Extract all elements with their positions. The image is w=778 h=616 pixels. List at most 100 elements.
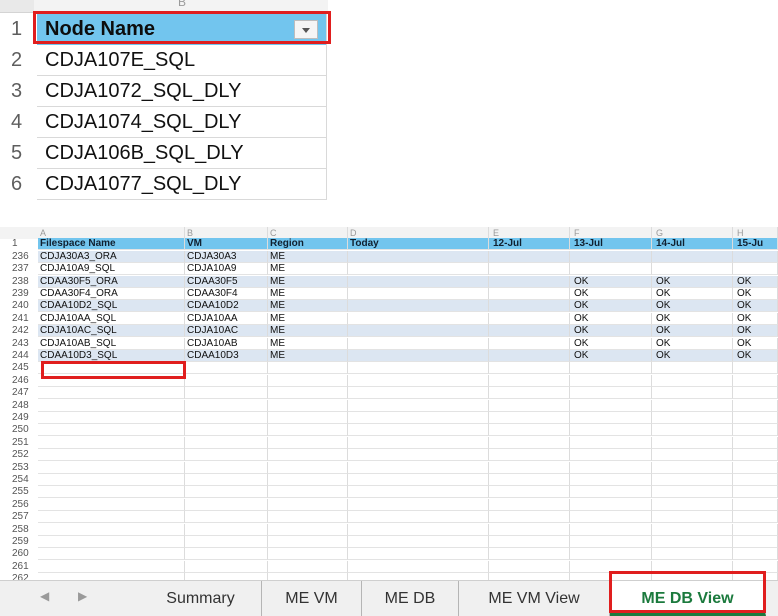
empty-cell[interactable]: [38, 548, 185, 561]
empty-cell[interactable]: [348, 387, 489, 400]
empty-cell[interactable]: [185, 548, 268, 561]
empty-cell[interactable]: [185, 511, 268, 524]
column-letter[interactable]: F: [570, 227, 652, 239]
empty-cell[interactable]: [652, 511, 733, 524]
data-cell[interactable]: CDAA30F5: [185, 275, 268, 288]
data-cell[interactable]: [348, 275, 489, 288]
data-cell[interactable]: [489, 312, 570, 325]
header-cell[interactable]: VM: [185, 238, 268, 251]
empty-cell[interactable]: [733, 523, 778, 536]
empty-cell[interactable]: [38, 436, 185, 449]
node-name-cell[interactable]: CDJA1074_SQL_DLY: [37, 107, 327, 138]
row-number[interactable]: 1: [0, 238, 38, 250]
empty-cell[interactable]: [733, 449, 778, 462]
column-letter[interactable]: G: [652, 227, 733, 239]
data-cell[interactable]: [489, 350, 570, 362]
data-cell[interactable]: OK: [570, 337, 652, 350]
empty-cell[interactable]: [268, 387, 348, 400]
empty-cell[interactable]: [268, 412, 348, 424]
data-cell[interactable]: [348, 250, 489, 263]
row-number[interactable]: [0, 227, 38, 239]
row-number[interactable]: 243: [0, 338, 38, 350]
row-number[interactable]: 259: [0, 536, 38, 548]
next-sheet-icon[interactable]: ▶: [78, 589, 87, 603]
empty-cell[interactable]: [268, 461, 348, 474]
empty-cell[interactable]: [38, 461, 185, 474]
header-cell[interactable]: Today: [348, 238, 489, 251]
data-cell[interactable]: OK: [652, 337, 733, 350]
empty-cell[interactable]: [185, 362, 268, 375]
empty-cell[interactable]: [733, 436, 778, 449]
column-letter[interactable]: A: [38, 227, 185, 239]
data-cell[interactable]: CDJA10AA: [185, 312, 268, 325]
empty-cell[interactable]: [489, 424, 570, 437]
empty-cell[interactable]: [733, 486, 778, 499]
row-number[interactable]: 258: [0, 524, 38, 536]
empty-cell[interactable]: [185, 474, 268, 486]
empty-cell[interactable]: [489, 548, 570, 561]
data-cell[interactable]: OK: [733, 300, 778, 313]
empty-cell[interactable]: [489, 374, 570, 387]
data-cell[interactable]: OK: [652, 288, 733, 300]
empty-cell[interactable]: [38, 498, 185, 511]
row-number[interactable]: 236: [0, 251, 38, 263]
row-number[interactable]: 3: [0, 76, 34, 107]
empty-cell[interactable]: [489, 498, 570, 511]
row-number[interactable]: 242: [0, 325, 38, 337]
empty-cell[interactable]: [268, 374, 348, 387]
empty-cell[interactable]: [733, 498, 778, 511]
empty-cell[interactable]: [570, 461, 652, 474]
empty-cell[interactable]: [489, 399, 570, 412]
row-number[interactable]: 251: [0, 437, 38, 449]
empty-cell[interactable]: [570, 399, 652, 412]
column-letter[interactable]: B: [185, 227, 268, 239]
empty-cell[interactable]: [185, 412, 268, 424]
empty-cell[interactable]: [733, 424, 778, 437]
data-cell[interactable]: OK: [570, 275, 652, 288]
empty-cell[interactable]: [268, 474, 348, 486]
data-cell[interactable]: OK: [733, 275, 778, 288]
empty-cell[interactable]: [652, 424, 733, 437]
row-number[interactable]: 5: [0, 138, 34, 169]
empty-cell[interactable]: [652, 412, 733, 424]
node-name-cell[interactable]: CDJA1077_SQL_DLY: [37, 169, 327, 200]
empty-cell[interactable]: [489, 560, 570, 573]
data-cell[interactable]: ME: [268, 250, 348, 263]
empty-cell[interactable]: [348, 486, 489, 499]
tab-me-vm[interactable]: ME VM: [262, 581, 362, 616]
row-number[interactable]: 250: [0, 424, 38, 436]
row-number[interactable]: 248: [0, 400, 38, 412]
data-cell[interactable]: OK: [733, 288, 778, 300]
empty-cell[interactable]: [348, 374, 489, 387]
row-number[interactable]: 246: [0, 375, 38, 387]
data-cell[interactable]: CDJA10A9_SQL: [38, 263, 185, 276]
data-cell[interactable]: ME: [268, 275, 348, 288]
empty-cell[interactable]: [570, 424, 652, 437]
empty-cell[interactable]: [733, 536, 778, 548]
data-cell[interactable]: CDAA30F4_ORA: [38, 288, 185, 300]
data-cell[interactable]: OK: [652, 275, 733, 288]
empty-cell[interactable]: [348, 498, 489, 511]
node-name-cell[interactable]: CDJA107E_SQL: [37, 45, 327, 76]
data-cell[interactable]: OK: [652, 325, 733, 338]
data-cell[interactable]: [652, 250, 733, 263]
empty-cell[interactable]: [733, 461, 778, 474]
empty-cell[interactable]: [570, 449, 652, 462]
data-cell[interactable]: ME: [268, 288, 348, 300]
data-cell[interactable]: ME: [268, 325, 348, 338]
empty-cell[interactable]: [348, 461, 489, 474]
row-number[interactable]: 240: [0, 300, 38, 312]
data-cell[interactable]: ME: [268, 300, 348, 313]
data-cell[interactable]: [570, 250, 652, 263]
empty-cell[interactable]: [570, 374, 652, 387]
data-cell[interactable]: [348, 263, 489, 276]
empty-cell[interactable]: [570, 474, 652, 486]
data-cell[interactable]: CDJA10AA_SQL: [38, 312, 185, 325]
empty-cell[interactable]: [733, 399, 778, 412]
data-cell[interactable]: [348, 312, 489, 325]
empty-cell[interactable]: [489, 362, 570, 375]
empty-cell[interactable]: [348, 511, 489, 524]
empty-cell[interactable]: [652, 536, 733, 548]
empty-cell[interactable]: [348, 560, 489, 573]
empty-cell[interactable]: [185, 498, 268, 511]
